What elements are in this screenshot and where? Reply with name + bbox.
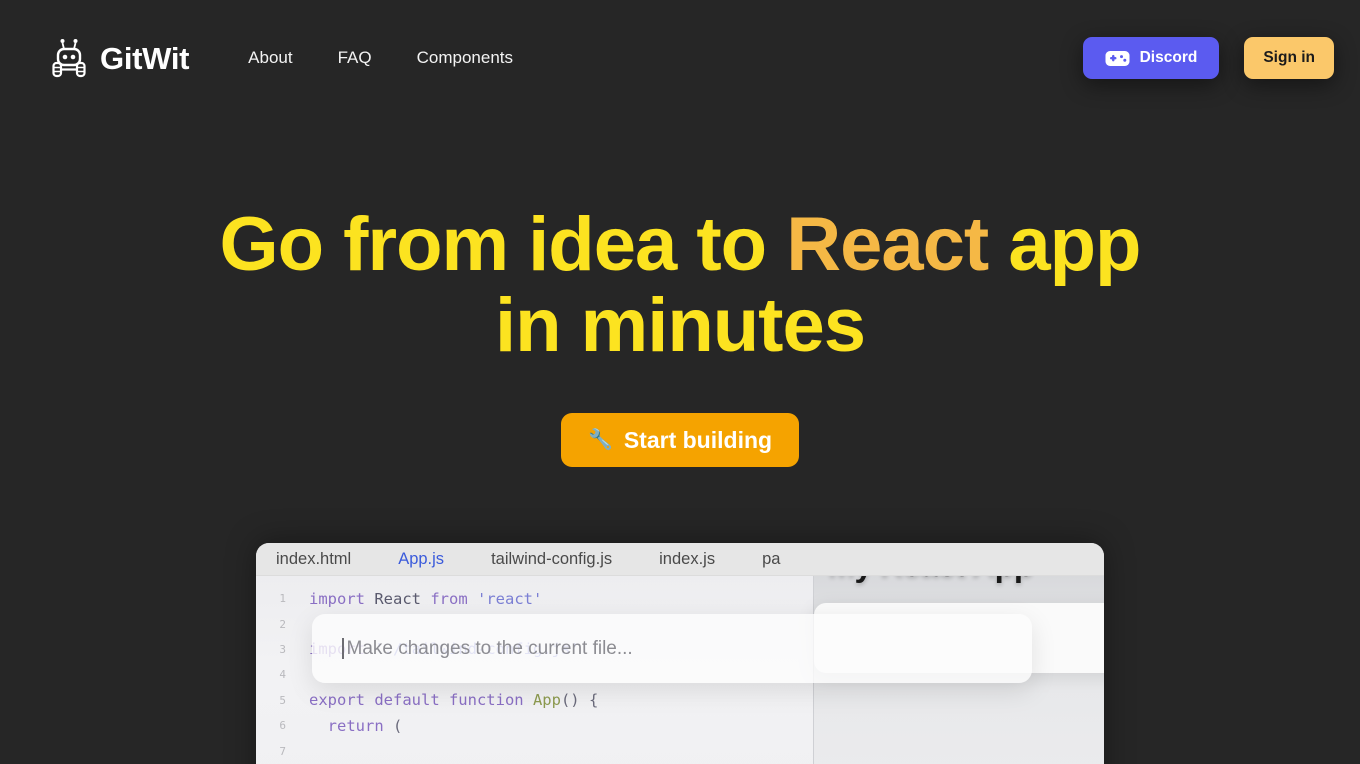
- signin-button-label: Sign in: [1263, 49, 1315, 66]
- code-text: return (: [309, 716, 403, 735]
- page-title: Go from idea to React app in minutes: [0, 202, 1360, 366]
- navbar: GitWit About FAQ Components Discord Sign…: [0, 0, 1360, 116]
- code-text: export default function App() {: [309, 691, 599, 710]
- prompt-input[interactable]: Make changes to the current file...: [312, 614, 1032, 683]
- line-number: 1: [279, 592, 286, 606]
- signin-button[interactable]: Sign in: [1244, 37, 1334, 79]
- text-caret: [342, 638, 344, 659]
- code-line: 6 return (: [256, 713, 813, 738]
- code-text: import React from 'react': [309, 589, 543, 608]
- nav-link-about[interactable]: About: [248, 48, 292, 68]
- code-line: 7: [256, 738, 813, 763]
- discord-button-label: Discord: [1139, 49, 1198, 66]
- page-title-accent: React: [786, 202, 989, 287]
- editor-tab-index-js[interactable]: index.js: [659, 550, 715, 569]
- editor-tab-package-json[interactable]: pa: [762, 550, 780, 569]
- nav-link-components[interactable]: Components: [417, 48, 513, 68]
- editor-tab-index-html[interactable]: index.html: [276, 550, 351, 569]
- nav-actions: Discord Sign in: [1082, 28, 1334, 88]
- cta-wrapper: 🔧 Start building: [0, 413, 1360, 468]
- discord-button[interactable]: Discord: [1082, 37, 1220, 79]
- editor-body: 1 import React from 'react' 2 3 import '…: [256, 546, 1104, 764]
- start-building-button[interactable]: 🔧 Start building: [560, 413, 800, 468]
- line-number: 7: [279, 744, 286, 758]
- gamepad-icon: [1105, 50, 1130, 67]
- line-number: 6: [279, 719, 286, 733]
- line-number: 2: [279, 617, 286, 631]
- line-number: 4: [279, 668, 286, 682]
- start-building-label: Start building: [623, 426, 773, 453]
- code-line: 5 export default function App() {: [256, 688, 813, 713]
- prompt-placeholder: Make changes to the current file...: [346, 637, 633, 659]
- brand-name: GitWit: [100, 40, 190, 76]
- hero-section: Go from idea to React app in minutes 🔧 S…: [0, 202, 1360, 468]
- wrench-icon: 🔧: [587, 429, 613, 452]
- page-title-part1: Go from idea to: [219, 202, 787, 287]
- editor-tabbar: index.html App.js tailwind-config.js ind…: [256, 543, 1104, 576]
- nav-links: About FAQ Components: [248, 28, 513, 88]
- brand-logo[interactable]: GitWit: [52, 28, 189, 88]
- code-line: 1 import React from 'react': [256, 586, 813, 611]
- editor-tab-tailwind-config-js[interactable]: tailwind-config.js: [491, 550, 612, 569]
- nav-link-faq[interactable]: FAQ: [338, 48, 372, 68]
- robot-icon: [52, 38, 86, 78]
- editor-mockup: index.html App.js tailwind-config.js ind…: [256, 543, 1104, 764]
- line-number: 3: [279, 642, 286, 656]
- editor-tab-app-js[interactable]: App.js: [398, 550, 444, 569]
- line-number: 5: [279, 693, 286, 707]
